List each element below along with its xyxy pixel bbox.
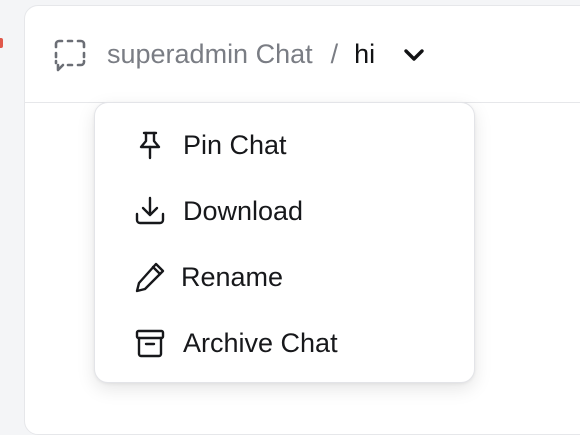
menu-item-pin-chat[interactable]: Pin Chat [95,117,474,173]
breadcrumb: superadmin Chat / hi [107,36,427,72]
menu-item-label: Download [183,195,304,226]
chat-header: superadmin Chat / hi [25,6,580,103]
pin-icon [133,128,167,162]
download-icon [133,194,167,228]
menu-item-archive-chat[interactable]: Archive Chat [95,315,474,371]
dashed-chat-icon [53,38,87,72]
chevron-down-icon[interactable] [401,41,427,67]
archive-icon [133,326,167,360]
menu-item-label: Rename [181,261,284,292]
breadcrumb-separator: / [330,39,339,69]
menu-item-label: Pin Chat [183,129,287,160]
chat-options-menu: Pin Chat Download Rename Archive Chat [94,102,475,383]
menu-item-download[interactable]: Download [95,183,474,239]
menu-item-label: Archive Chat [183,327,338,358]
left-edge-indicator [0,38,3,48]
breadcrumb-current-chat[interactable]: hi [354,36,375,72]
menu-item-rename[interactable]: Rename [95,249,474,305]
pencil-icon [133,260,167,294]
breadcrumb-parent[interactable]: superadmin Chat [107,36,313,72]
